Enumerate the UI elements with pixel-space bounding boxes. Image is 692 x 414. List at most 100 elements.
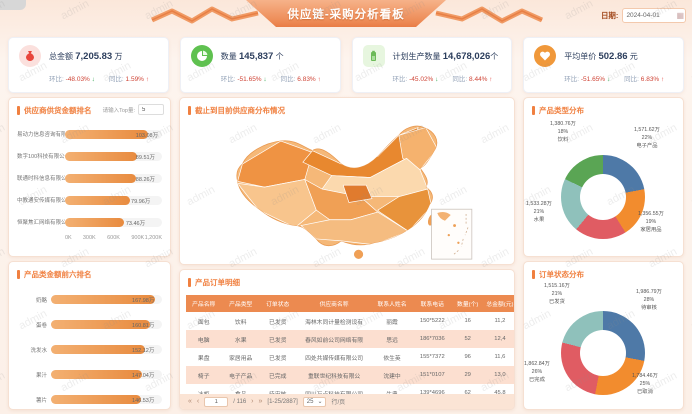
money-bag-icon <box>19 45 41 67</box>
pagination-bar: « ‹ / 116 › » [1-25/2887] 25 ⌄ 行/页 <box>180 394 514 409</box>
bar-label: 奶酪 <box>17 296 51 304</box>
bar-value: 152.12万 <box>132 346 154 354</box>
panel-title: 供应商供货金额排名 <box>24 105 92 116</box>
bar-label: 中教通安传媒有限公司 <box>17 196 65 204</box>
prev-page-button[interactable]: ‹ <box>197 398 199 405</box>
table-row[interactable]: 面包饮料已发货海林木同计量检测设有丽霞150*52221611,2 <box>186 312 514 330</box>
bar-label: 果汁 <box>17 371 51 379</box>
arrow-down-icon: ↓ <box>263 76 266 83</box>
bar-value: 79.96万 <box>131 197 150 205</box>
bar-label: 薯片 <box>17 396 51 404</box>
top-input-label: 请输入Top量: <box>103 106 135 114</box>
bar-row: 蛋卷 160.81万 <box>17 312 162 337</box>
kpi-yoy: 同比: 6.83% ↑ <box>281 73 321 83</box>
bar-value: 103.08万 <box>136 131 158 139</box>
kpi-text: 平均单价 502.86 元 <box>564 51 638 62</box>
panel-product-type-donut: 产品类型分布 1,380.76万 18% 饮料 1,571.62万 22% 电子… <box>523 97 684 257</box>
page-size-select[interactable]: 25 ⌄ <box>303 397 327 407</box>
orders-table: 产品名称产品类型 订单状态供应商名称 联系人姓名联系电话 数量(个)总金额(元)… <box>180 291 514 410</box>
donut-label: 1,356.55万 19% 家居用品 <box>638 211 664 235</box>
bar-value: 89.51万 <box>136 153 155 161</box>
bar-row: 联通时科信息有限公司 88.26万 <box>17 167 162 189</box>
donut-label: 1,571.62万 22% 电子产品 <box>634 127 660 151</box>
panel-category-ranking: 产品类金额前六排名 奶酪 167.98万 蛋卷 160.81万 洗发水 152.… <box>8 261 171 410</box>
kpi-mom: 环比: -51.65% ↓ <box>221 73 267 83</box>
panel-order-details: 产品订单明细 产品名称产品类型 订单状态供应商名称 联系人姓名联系电话 数量(个… <box>179 269 515 410</box>
panel-title: 产品订单明细 <box>195 277 240 288</box>
bar-row: 恒聚焦汇网络有限公司 73.46万 <box>17 211 162 233</box>
date-picker-input[interactable] <box>622 8 686 23</box>
page-number-input[interactable] <box>204 397 228 407</box>
panel-title: 截止到目前供应商分布情况 <box>195 105 285 116</box>
arrow-up-icon: ↑ <box>489 76 492 83</box>
bar-label: 恒聚焦汇网络有限公司 <box>17 218 65 226</box>
donut-ring <box>561 155 645 239</box>
bar-value: 147.04万 <box>132 371 154 379</box>
date-label: 日期: <box>601 10 619 21</box>
next-page-button[interactable]: › <box>251 398 253 405</box>
bar-label: 数字100科技有限公司 <box>17 152 65 160</box>
title-ribbon: 供应链-采购分析看板 <box>246 0 446 27</box>
bar-label: 联通时科信息有限公司 <box>17 174 65 182</box>
first-page-button[interactable]: « <box>188 398 192 405</box>
last-page-button[interactable]: » <box>259 398 263 405</box>
bar-label: 蛋卷 <box>17 321 51 329</box>
supplier-bar-chart: 易动力信息咨询有限公司 103.08万 数字100科技有限公司 89.51万 联… <box>9 119 170 233</box>
panel-supplier-ranking: 供应商供货金额排名 请输入Top量: 易动力信息咨询有限公司 103.08万 数… <box>8 97 171 257</box>
donut-label: 1,784.46万 25% 已取消 <box>632 373 658 397</box>
x-axis: 0K 300K 600K 900K 1,200K <box>65 235 162 245</box>
kpi-card-planned-qty: 计划生产数量 14,678,026个 环比: -45.02% ↓ 同比: 8.4… <box>352 37 513 93</box>
kpi-mom: 环比: -45.02% ↓ <box>393 73 439 83</box>
donut-label: 1,515.16万 21% 已发货 <box>544 283 570 307</box>
china-map <box>184 118 510 262</box>
bar-row: 中教通安传媒有限公司 79.96万 <box>17 189 162 211</box>
table-header-row: 产品名称产品类型 订单状态供应商名称 联系人姓名联系电话 数量(个)总金额(元) <box>186 295 514 312</box>
arrow-down-icon: ↓ <box>435 76 438 83</box>
chevron-down-icon: ⌄ <box>317 398 322 405</box>
bar-label: 易动力信息咨询有限公司 <box>17 130 65 138</box>
bar-value: 167.98万 <box>132 296 154 304</box>
header-decor-left <box>150 4 260 28</box>
top-n-input[interactable] <box>138 104 164 115</box>
kpi-card-total-amount: 总金额 7,205.83 万 环比: -48.03% ↓ 同比: 1.59% ↑ <box>8 37 169 93</box>
south-china-sea-inset <box>432 209 472 259</box>
donut-label: 1,533.28万 21% 水果 <box>526 201 552 225</box>
kpi-card-avg-price: 平均单价 502.86 元 环比: -51.65% ↓ 同比: 6.83% ↑ <box>523 37 684 93</box>
bar-row: 果汁 147.04万 <box>17 362 162 387</box>
bar-row: 数字100科技有限公司 89.51万 <box>17 145 162 167</box>
kpi-mom: 环比: -48.03% ↓ <box>49 73 95 83</box>
bar-value: 160.81万 <box>132 321 154 329</box>
table-row[interactable]: 椅子电子产品已完成重联世纪科技有限公沈建中151*01072913,0 <box>186 366 514 384</box>
rows-per-page-label: 行/页 <box>331 397 345 406</box>
arrow-up-icon: ↑ <box>146 76 149 83</box>
heart-icon <box>534 45 556 67</box>
bar-row: 薯片 146.53万 <box>17 387 162 410</box>
bar-row: 奶酪 167.98万 <box>17 287 162 312</box>
kpi-text: 总金额 7,205.83 万 <box>49 51 122 62</box>
bar-row: 洗发水 152.12万 <box>17 337 162 362</box>
row-range-label: [1-25/2887] <box>267 399 297 405</box>
kpi-text: 计划生产数量 14,678,026个 <box>393 51 499 62</box>
kpi-yoy: 同比: 1.59% ↑ <box>109 73 149 83</box>
table-row[interactable]: 电脑水果已发货春风如前公司网络有限思远186*70365212,4 <box>186 330 514 348</box>
panel-title: 订单状态分布 <box>539 269 584 280</box>
order-status-donut-chart: 1,515.16万 21% 已发货 1,986.79万 28% 待审核 1,86… <box>524 283 683 410</box>
donut-label: 1,862.84万 26% 已完成 <box>524 361 550 385</box>
panel-order-status-donut: 订单状态分布 1,515.16万 21% 已发货 1,986.79万 28% 待… <box>523 261 684 410</box>
kpi-row: 总金额 7,205.83 万 环比: -48.03% ↓ 同比: 1.59% ↑… <box>8 37 684 93</box>
bar-row: 易动力信息咨询有限公司 103.08万 <box>17 123 162 145</box>
total-pages-label: / 116 <box>233 399 246 405</box>
donut-label: 1,380.76万 18% 饮料 <box>550 121 576 145</box>
table-row[interactable]: 果盘家居用品已发货四处共媒传媒有限公司依生英155*73729611,6 <box>186 348 514 366</box>
category-bar-chart: 奶酪 167.98万 蛋卷 160.81万 洗发水 152.12万 果汁 147… <box>9 283 170 410</box>
panel-title: 产品类型分布 <box>539 105 584 116</box>
donut-label: 1,986.79万 28% 待审核 <box>636 289 662 313</box>
bar-label: 洗发水 <box>17 346 51 354</box>
arrow-up-icon: ↑ <box>318 76 321 83</box>
hainan-island <box>354 250 363 259</box>
header-decor-right <box>434 4 544 28</box>
bar-value: 88.26万 <box>136 175 155 183</box>
dashboard: 供应链-采购分析看板 日期: ▦ 总金额 7,205.83 万 环比: -48.… <box>0 0 692 414</box>
panel-title: 产品类金额前六排名 <box>24 269 92 280</box>
kpi-card-quantity: 数量 145,837 个 环比: -51.65% ↓ 同比: 6.83% ↑ <box>180 37 341 93</box>
